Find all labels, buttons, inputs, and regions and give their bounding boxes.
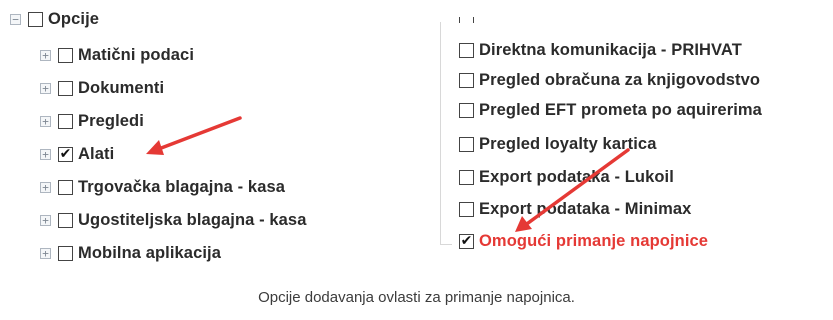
tree-node-label: Pregled loyalty kartica (479, 134, 657, 153)
tree-node-label: Dokumenti (78, 78, 165, 97)
tree-guide-line (440, 244, 452, 245)
tree-node-omoguci-primanje-napojnice[interactable]: ✔ Omogući primanje napojnice (459, 228, 708, 254)
tree-node-pregled-eft-prometa[interactable]: Pregled EFT prometa po aquirerima (459, 97, 762, 123)
expand-icon[interactable]: + (40, 82, 51, 94)
tree-node-label: Opcije (48, 9, 100, 28)
checkmark-icon: ✔ (59, 146, 72, 162)
tree-node-dokumenti[interactable]: + Dokumenti (40, 75, 164, 101)
tree-node-label: Export podataka - Minimax (479, 199, 692, 218)
expand-icon[interactable]: + (40, 115, 51, 127)
left-options-tree: − Opcije + Matični podaci + Dokumenti + … (0, 0, 420, 275)
expand-icon[interactable]: + (40, 181, 51, 193)
tree-node-label: Pregled obračuna za knjigovodstvo (479, 70, 761, 89)
checkbox-trgovacka-blagajna[interactable] (58, 179, 73, 195)
checkbox-dokumenti[interactable] (58, 80, 73, 96)
tree-node-label: Alati (78, 144, 115, 163)
tree-node-export-minimax[interactable]: Export podataka - Minimax (459, 196, 691, 222)
tree-node-label: Pregled EFT prometa po aquirerima (479, 100, 762, 119)
tree-node-opcije[interactable]: − Opcije (10, 6, 99, 32)
tree-node-label: Pregledi (78, 111, 144, 130)
checkbox-pregledi[interactable] (58, 113, 73, 129)
checkbox-omoguci-primanje-napojnice[interactable]: ✔ (459, 233, 474, 249)
checkbox-ugostiteljska-blagajna[interactable] (58, 212, 73, 228)
tree-node-pregled-obracuna[interactable]: Pregled obračuna za knjigovodstvo (459, 67, 760, 93)
checkbox-pregled-loyalty-kartica[interactable] (459, 136, 474, 152)
tree-node-mobilna-aplikacija[interactable]: + Mobilna aplikacija (40, 240, 221, 266)
checkbox-pregled-obracuna[interactable] (459, 72, 474, 88)
tree-node-pregled-loyalty-kartica[interactable]: Pregled loyalty kartica (459, 131, 656, 157)
tree-node-label: Trgovačka blagajna - kasa (78, 177, 286, 196)
tree-node-direktna-komunikacija[interactable]: Direktna komunikacija - PRIHVAT (459, 37, 742, 63)
tree-node-label: Export podataka - Lukoil (479, 167, 674, 186)
checkbox-export-lukoil[interactable] (459, 169, 474, 185)
tree-node-label: Omogući primanje napojnice (479, 231, 709, 250)
tree-node-label: Mobilna aplikacija (78, 243, 222, 262)
tree-node-export-lukoil[interactable]: Export podataka - Lukoil (459, 164, 674, 190)
expand-icon[interactable]: + (40, 49, 51, 61)
tree-node-pregledi[interactable]: + Pregledi (40, 108, 144, 134)
expand-icon[interactable]: + (40, 214, 51, 226)
checkbox-export-minimax[interactable] (459, 201, 474, 217)
checkbox-pregled-eft-prometa[interactable] (459, 102, 474, 118)
checkbox-mobilna-aplikacija[interactable] (58, 245, 73, 261)
checkbox-opcije[interactable] (28, 11, 43, 27)
partial-checkbox-above (459, 17, 476, 23)
checkbox-maticni-podaci[interactable] (58, 47, 73, 63)
expand-icon[interactable]: + (40, 148, 51, 160)
tree-node-label: Matični podaci (78, 45, 194, 64)
tree-node-trgovacka-blagajna[interactable]: + Trgovačka blagajna - kasa (40, 174, 285, 200)
figure-caption: Opcije dodavanja ovlasti za primanje nap… (258, 289, 575, 306)
tree-node-label: Ugostiteljska blagajna - kasa (78, 210, 307, 229)
tree-node-alati[interactable]: + ✔ Alati (40, 141, 114, 167)
checkbox (459, 17, 474, 23)
tree-guide-line (440, 22, 441, 244)
collapse-icon[interactable]: − (10, 13, 21, 25)
tree-node-maticni-podaci[interactable]: + Matični podaci (40, 42, 194, 68)
tree-node-label: Direktna komunikacija - PRIHVAT (479, 40, 742, 59)
checkmark-icon: ✔ (460, 233, 473, 249)
checkbox-direktna-komunikacija[interactable] (459, 42, 474, 58)
tree-node-ugostiteljska-blagajna[interactable]: + Ugostiteljska blagajna - kasa (40, 207, 307, 233)
expand-icon[interactable]: + (40, 247, 51, 259)
checkbox-alati[interactable]: ✔ (58, 146, 73, 162)
